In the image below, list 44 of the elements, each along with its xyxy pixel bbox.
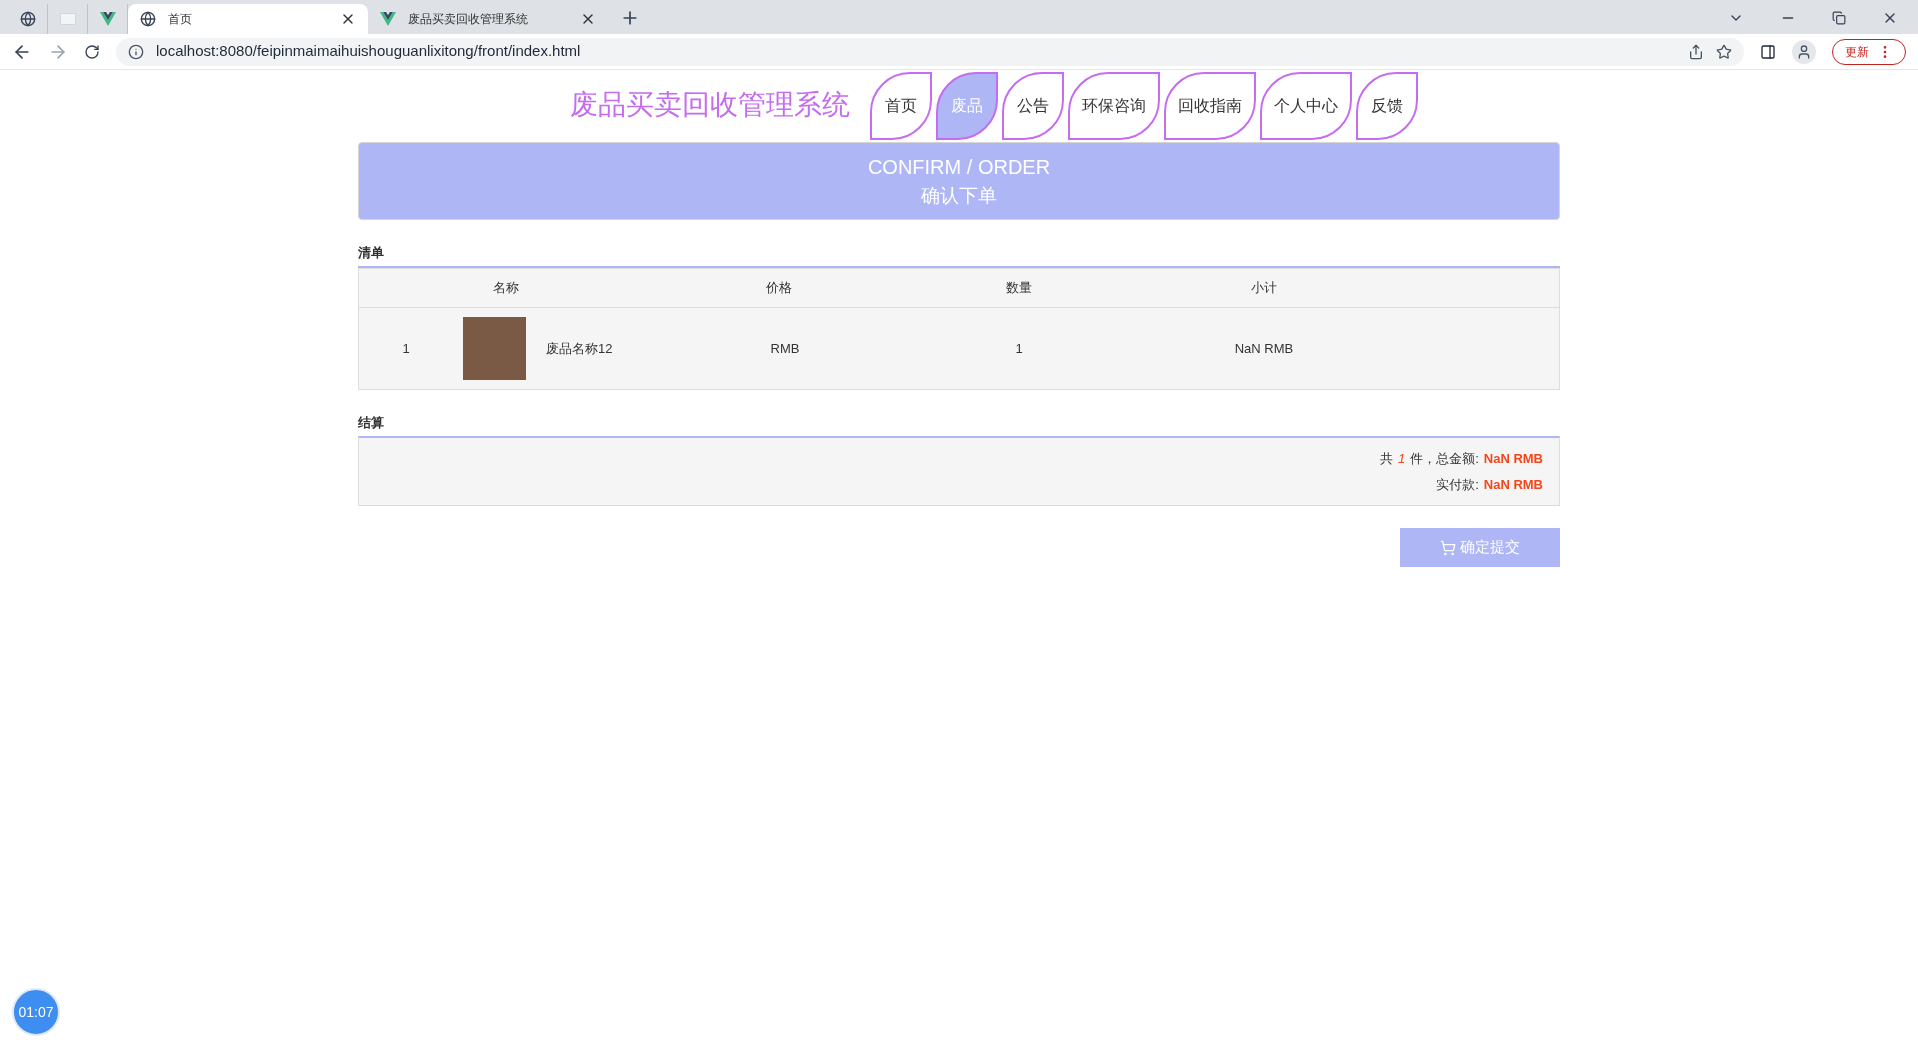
info-icon xyxy=(128,43,144,60)
site-title: 废品买卖回收管理系统 xyxy=(570,88,850,122)
total-amount: NaN RMB xyxy=(1483,450,1543,468)
nav-tab[interactable]: 环保咨询 xyxy=(1068,72,1160,140)
side-panel-icon[interactable] xyxy=(1760,43,1776,60)
reload-icon[interactable] xyxy=(84,43,100,60)
nav-tab[interactable]: 首页 xyxy=(870,72,932,140)
table-cell-text: 1 xyxy=(1014,339,1024,358)
section-heading: 结算 xyxy=(358,414,385,433)
table-cell-text: RMB xyxy=(769,339,801,358)
banner-subtitle: 确认下单 xyxy=(921,183,997,208)
table-cell-text: 1 xyxy=(401,339,411,358)
table-cell-text: 废品名称12 xyxy=(546,339,613,358)
column-header: 价格 xyxy=(765,279,793,298)
column-header: 数量 xyxy=(1005,279,1033,298)
nav-tab[interactable]: 回收指南 xyxy=(1164,72,1256,140)
profile-avatar[interactable] xyxy=(1792,39,1816,64)
globe-icon xyxy=(140,11,156,27)
item-count: 1 xyxy=(1397,450,1406,468)
share-icon[interactable] xyxy=(1688,43,1704,60)
photo-placeholder xyxy=(463,317,526,380)
v-logo-icon xyxy=(380,12,396,26)
summary-text: 共 xyxy=(1379,450,1393,468)
browser-tab[interactable]: 首页 xyxy=(128,4,368,34)
summary-text: 件，总金额: xyxy=(1410,450,1479,468)
v-logo-icon xyxy=(99,12,116,26)
restore-icon[interactable] xyxy=(1832,11,1846,25)
section-heading: 清单 xyxy=(358,244,385,263)
page-icon xyxy=(59,13,76,25)
globe-icon xyxy=(19,11,36,27)
table-cell-text: NaN RMB xyxy=(1233,339,1295,358)
timer-badge: 01:07 xyxy=(12,988,60,1036)
browser-tab[interactable]: 废品买卖回收管理系统 xyxy=(368,4,608,34)
cart-icon xyxy=(1440,539,1456,556)
banner-title: CONFIRM / ORDER xyxy=(867,154,1051,180)
summary-text: 实付款: xyxy=(1436,475,1479,494)
column-header: 名称 xyxy=(492,279,520,298)
nav-tab[interactable]: 反馈 xyxy=(1356,72,1418,140)
paid-amount: NaN RMB xyxy=(1483,475,1543,494)
nav-tab[interactable]: 个人中心 xyxy=(1260,72,1352,140)
address-bar[interactable]: localhost:8080/feipinmaimaihuishouguanlixitong/front/index.html xyxy=(116,37,1744,66)
column-header: 小计 xyxy=(1250,279,1278,298)
bookmark-star-icon[interactable] xyxy=(1716,43,1732,60)
nav-tab[interactable]: 公告 xyxy=(1002,72,1064,140)
